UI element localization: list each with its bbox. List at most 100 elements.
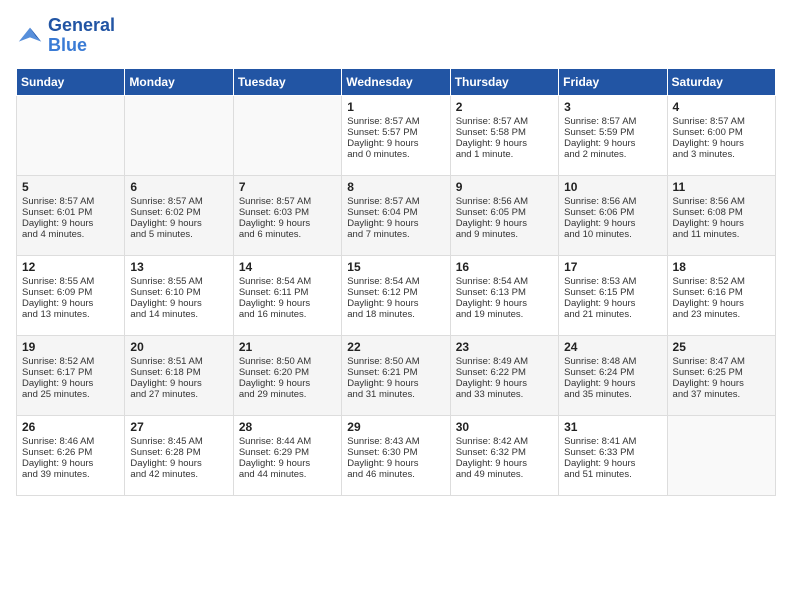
weekday-header-tuesday: Tuesday bbox=[233, 68, 341, 95]
cell-text: Sunset: 6:02 PM bbox=[130, 207, 227, 218]
calendar-table: SundayMondayTuesdayWednesdayThursdayFrid… bbox=[16, 68, 776, 496]
cell-text: Daylight: 9 hours bbox=[130, 298, 227, 309]
cell-text: and 23 minutes. bbox=[673, 309, 770, 320]
calendar-week-row: 1Sunrise: 8:57 AMSunset: 5:57 PMDaylight… bbox=[17, 95, 776, 175]
cell-text: and 18 minutes. bbox=[347, 309, 444, 320]
calendar-cell: 20Sunrise: 8:51 AMSunset: 6:18 PMDayligh… bbox=[125, 335, 233, 415]
cell-text: Daylight: 9 hours bbox=[22, 218, 119, 229]
cell-text: Sunrise: 8:44 AM bbox=[239, 436, 336, 447]
logo: General Blue bbox=[16, 16, 115, 56]
calendar-cell: 28Sunrise: 8:44 AMSunset: 6:29 PMDayligh… bbox=[233, 415, 341, 495]
day-number: 19 bbox=[22, 340, 119, 354]
calendar-cell: 24Sunrise: 8:48 AMSunset: 6:24 PMDayligh… bbox=[559, 335, 667, 415]
calendar-cell: 5 Sunrise: 8:57 AMSunset: 6:01 PMDaylight… bbox=[17, 175, 125, 255]
cell-text: Sunrise: 8:53 AM bbox=[564, 276, 661, 287]
cell-text: Daylight: 9 hours bbox=[564, 458, 661, 469]
calendar-cell: 27Sunrise: 8:45 AMSunset: 6:28 PMDayligh… bbox=[125, 415, 233, 495]
cell-text: and 19 minutes. bbox=[456, 309, 553, 320]
day-number: 11 bbox=[673, 180, 770, 194]
cell-text: Daylight: 9 hours bbox=[564, 218, 661, 229]
cell-text: Daylight: 9 hours bbox=[456, 218, 553, 229]
cell-text: Sunrise: 8:54 AM bbox=[239, 276, 336, 287]
day-number: 15 bbox=[347, 260, 444, 274]
weekday-header-thursday: Thursday bbox=[450, 68, 558, 95]
cell-text: Sunset: 6:00 PM bbox=[673, 127, 770, 138]
cell-text: and 25 minutes. bbox=[22, 389, 119, 400]
day-number: 17 bbox=[564, 260, 661, 274]
cell-text: Sunrise: 8:54 AM bbox=[347, 276, 444, 287]
day-number: 28 bbox=[239, 420, 336, 434]
day-number: 13 bbox=[130, 260, 227, 274]
cell-text: Sunrise: 8:57 AM bbox=[564, 116, 661, 127]
day-number: 31 bbox=[564, 420, 661, 434]
cell-text: Sunrise: 8:55 AM bbox=[130, 276, 227, 287]
cell-text: and 21 minutes. bbox=[564, 309, 661, 320]
cell-text: Daylight: 9 hours bbox=[130, 458, 227, 469]
weekday-header-friday: Friday bbox=[559, 68, 667, 95]
cell-text: Sunset: 6:12 PM bbox=[347, 287, 444, 298]
cell-text: Sunset: 6:15 PM bbox=[564, 287, 661, 298]
logo-bird-icon bbox=[16, 22, 44, 50]
cell-text: Sunrise: 8:41 AM bbox=[564, 436, 661, 447]
day-number: 20 bbox=[130, 340, 227, 354]
cell-text: Daylight: 9 hours bbox=[239, 378, 336, 389]
cell-text: Daylight: 9 hours bbox=[673, 138, 770, 149]
calendar-cell: 17Sunrise: 8:53 AMSunset: 6:15 PMDayligh… bbox=[559, 255, 667, 335]
cell-text: Sunrise: 8:46 AM bbox=[22, 436, 119, 447]
cell-text: Sunset: 6:18 PM bbox=[130, 367, 227, 378]
cell-text: and 13 minutes. bbox=[22, 309, 119, 320]
day-number: 3 bbox=[564, 100, 661, 114]
day-number: 16 bbox=[456, 260, 553, 274]
cell-text: Daylight: 9 hours bbox=[347, 138, 444, 149]
weekday-header-monday: Monday bbox=[125, 68, 233, 95]
weekday-header-wednesday: Wednesday bbox=[342, 68, 450, 95]
day-number: 2 bbox=[456, 100, 553, 114]
cell-text: Sunrise: 8:48 AM bbox=[564, 356, 661, 367]
calendar-cell: 16Sunrise: 8:54 AMSunset: 6:13 PMDayligh… bbox=[450, 255, 558, 335]
cell-text: Sunset: 6:26 PM bbox=[22, 447, 119, 458]
cell-text: Sunrise: 8:50 AM bbox=[239, 356, 336, 367]
cell-text: Sunset: 6:06 PM bbox=[564, 207, 661, 218]
cell-text: and 39 minutes. bbox=[22, 469, 119, 480]
calendar-cell: 15Sunrise: 8:54 AMSunset: 6:12 PMDayligh… bbox=[342, 255, 450, 335]
cell-text: Sunset: 6:28 PM bbox=[130, 447, 227, 458]
cell-text: Sunrise: 8:57 AM bbox=[239, 196, 336, 207]
cell-text: and 6 minutes. bbox=[239, 229, 336, 240]
calendar-cell: 6Sunrise: 8:57 AMSunset: 6:02 PMDaylight… bbox=[125, 175, 233, 255]
cell-text: Sunset: 6:01 PM bbox=[22, 207, 119, 218]
cell-text: and 27 minutes. bbox=[130, 389, 227, 400]
cell-text: Sunset: 5:57 PM bbox=[347, 127, 444, 138]
day-number: 4 bbox=[673, 100, 770, 114]
cell-text: Sunset: 6:04 PM bbox=[347, 207, 444, 218]
cell-text: Daylight: 9 hours bbox=[673, 218, 770, 229]
cell-text: Sunset: 5:58 PM bbox=[456, 127, 553, 138]
cell-text: Sunrise: 8:55 AM bbox=[22, 276, 119, 287]
cell-text: Sunrise: 8:57 AM bbox=[130, 196, 227, 207]
cell-text: Sunrise: 8:43 AM bbox=[347, 436, 444, 447]
cell-text: Sunset: 6:13 PM bbox=[456, 287, 553, 298]
calendar-cell bbox=[17, 95, 125, 175]
logo-text: General Blue bbox=[48, 16, 115, 56]
day-number: 25 bbox=[673, 340, 770, 354]
cell-text: Daylight: 9 hours bbox=[673, 298, 770, 309]
cell-text: and 51 minutes. bbox=[564, 469, 661, 480]
calendar-week-row: 19Sunrise: 8:52 AMSunset: 6:17 PMDayligh… bbox=[17, 335, 776, 415]
cell-text: Sunrise: 8:56 AM bbox=[673, 196, 770, 207]
day-number: 18 bbox=[673, 260, 770, 274]
cell-text: Sunrise: 8:56 AM bbox=[456, 196, 553, 207]
cell-text: Sunrise: 8:57 AM bbox=[22, 196, 119, 207]
cell-text: and 2 minutes. bbox=[564, 149, 661, 160]
cell-text: Daylight: 9 hours bbox=[130, 218, 227, 229]
day-number: 5 bbox=[22, 180, 119, 194]
cell-text: Daylight: 9 hours bbox=[347, 458, 444, 469]
cell-text: Daylight: 9 hours bbox=[564, 378, 661, 389]
cell-text: Sunset: 6:05 PM bbox=[456, 207, 553, 218]
calendar-cell: 3Sunrise: 8:57 AMSunset: 5:59 PMDaylight… bbox=[559, 95, 667, 175]
calendar-cell: 13Sunrise: 8:55 AMSunset: 6:10 PMDayligh… bbox=[125, 255, 233, 335]
cell-text: Sunset: 6:25 PM bbox=[673, 367, 770, 378]
cell-text: Sunrise: 8:45 AM bbox=[130, 436, 227, 447]
cell-text: Daylight: 9 hours bbox=[22, 298, 119, 309]
weekday-header-saturday: Saturday bbox=[667, 68, 775, 95]
cell-text: and 37 minutes. bbox=[673, 389, 770, 400]
cell-text: Daylight: 9 hours bbox=[347, 378, 444, 389]
